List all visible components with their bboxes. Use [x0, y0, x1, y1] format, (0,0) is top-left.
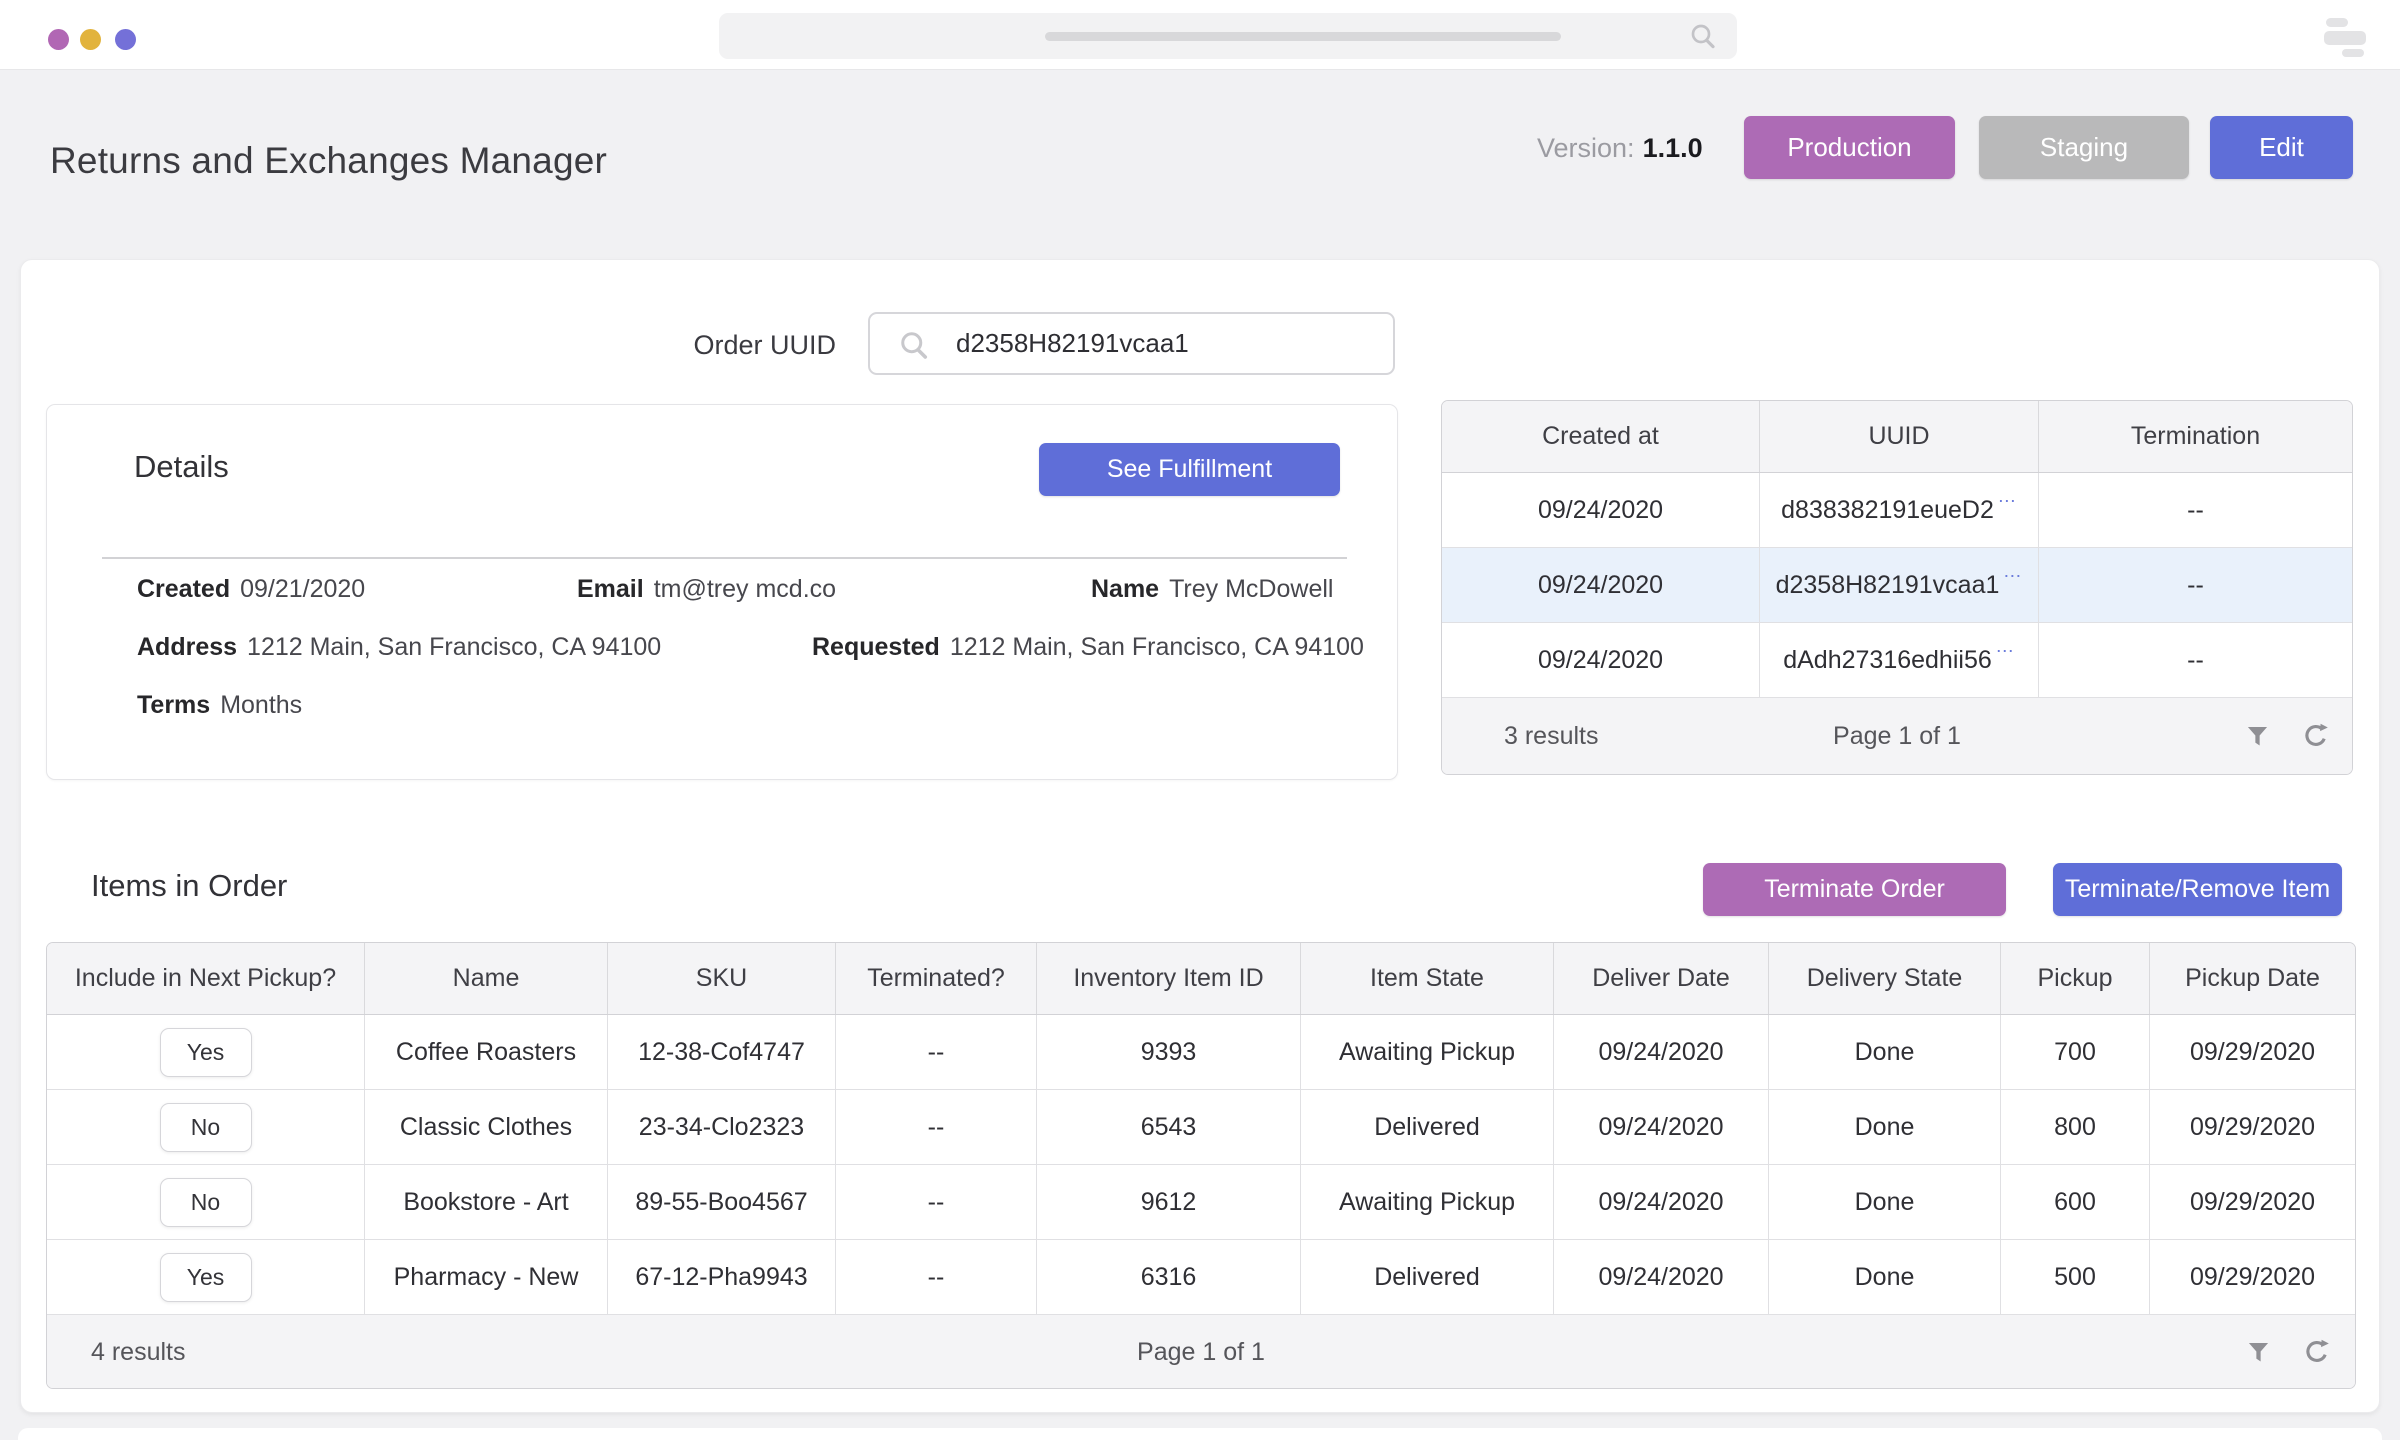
items-table-row: No Bookstore - Art 89-55-Boo4567 -- 9612… [47, 1165, 2355, 1240]
orders-table-row-selected[interactable]: 09/24/2020 d2358H82191vcaa1⋯ -- [1442, 548, 2352, 623]
uuid-expand-link[interactable]: ⋯ [2003, 566, 2022, 587]
orders-table-footer: 3 results Page 1 of 1 [1442, 698, 2352, 774]
items-table: Include in Next Pickup? Name SKU Termina… [46, 942, 2356, 1389]
orders-table-row[interactable]: 09/24/2020 dAdh27316edhii56⋯ -- [1442, 623, 2352, 698]
divider [102, 557, 1347, 559]
field-name: NameTrey McDowell [1091, 575, 1333, 604]
items-table-row: No Classic Clothes 23-34-Clo2323 -- 6543… [47, 1090, 2355, 1165]
items-table-footer: 4 results Page 1 of 1 [47, 1315, 2355, 1389]
orders-table: Created at UUID Termination 09/24/2020 d… [1441, 400, 2353, 775]
orders-table-row[interactable]: 09/24/2020 d838382191eueD2⋯ -- [1442, 473, 2352, 548]
column-header-pickup-date: Pickup Date [2150, 943, 2355, 1014]
column-header-uuid: UUID [1760, 401, 2039, 472]
refresh-icon[interactable] [2301, 1337, 2331, 1367]
column-header-created-at: Created at [1442, 401, 1760, 472]
production-button[interactable]: Production [1744, 116, 1955, 179]
filter-icon[interactable] [2242, 721, 2272, 751]
order-manager-card: Order UUID Details See Fulfillment Creat… [20, 259, 2380, 1413]
uuid-expand-link[interactable]: ⋯ [1996, 641, 2015, 662]
column-header-delivery-state: Delivery State [1769, 943, 2001, 1014]
order-uuid-search-box [868, 312, 1395, 375]
app-screen: Returns and Exchanges Manager Version: 1.… [0, 0, 2400, 1440]
field-address: Address1212 Main, San Francisco, CA 9410… [137, 633, 661, 662]
see-fulfillment-button[interactable]: See Fulfillment [1039, 443, 1340, 496]
window-close-button[interactable] [48, 29, 69, 50]
column-header-include-next-pickup: Include in Next Pickup? [47, 943, 365, 1014]
browser-chrome [0, 0, 2400, 70]
include-pickup-toggle[interactable]: No [160, 1178, 252, 1227]
column-header-terminated: Terminated? [836, 943, 1037, 1014]
pagination-text: Page 1 of 1 [1442, 722, 2352, 751]
browser-menu-icon[interactable] [2324, 18, 2368, 56]
details-card: Details See Fulfillment Created09/21/202… [46, 404, 1398, 780]
order-uuid-label: Order UUID [591, 330, 836, 361]
url-bar[interactable] [719, 13, 1737, 59]
window-minimize-button[interactable] [80, 29, 101, 50]
field-requested: Requested1212 Main, San Francisco, CA 94… [812, 633, 1364, 662]
field-created: Created09/21/2020 [137, 575, 365, 604]
include-pickup-toggle[interactable]: Yes [160, 1028, 252, 1077]
search-icon [1687, 20, 1719, 57]
terminate-order-button[interactable]: Terminate Order [1703, 863, 2006, 916]
column-header-inventory-item-id: Inventory Item ID [1037, 943, 1301, 1014]
include-pickup-toggle[interactable]: No [160, 1103, 252, 1152]
window-maximize-button[interactable] [115, 29, 136, 50]
column-header-name: Name [365, 943, 608, 1014]
terminate-remove-item-button[interactable]: Terminate/Remove Item [2053, 863, 2342, 916]
field-email: Emailtm@trey mcd.co [577, 575, 836, 604]
version-info: Version: 1.1.0 [1537, 133, 1703, 164]
column-header-item-state: Item State [1301, 943, 1554, 1014]
column-header-sku: SKU [608, 943, 836, 1014]
items-table-row: Yes Pharmacy - New 67-12-Pha9943 -- 6316… [47, 1240, 2355, 1315]
details-title: Details [134, 449, 229, 485]
version-value: 1.1.0 [1643, 133, 1703, 163]
include-pickup-toggle[interactable]: Yes [160, 1253, 252, 1302]
url-placeholder-line [1045, 32, 1561, 41]
order-uuid-input[interactable] [956, 314, 1386, 373]
filter-icon[interactable] [2243, 1337, 2273, 1367]
edit-button[interactable]: Edit [2210, 116, 2353, 179]
staging-button[interactable]: Staging [1979, 116, 2189, 179]
items-table-header: Include in Next Pickup? Name SKU Termina… [47, 943, 2355, 1015]
pagination-text: Page 1 of 1 [47, 1338, 2355, 1367]
uuid-expand-link[interactable]: ⋯ [1998, 491, 2017, 512]
refresh-icon[interactable] [2300, 721, 2330, 751]
version-label: Version: [1537, 133, 1635, 163]
orders-table-header: Created at UUID Termination [1442, 401, 2352, 473]
page-title: Returns and Exchanges Manager [50, 140, 607, 182]
search-icon [896, 327, 932, 368]
items-in-order-title: Items in Order [91, 868, 287, 904]
column-header-pickup: Pickup [2001, 943, 2150, 1014]
column-header-termination: Termination [2039, 401, 2352, 472]
items-table-row: Yes Coffee Roasters 12-38-Cof4747 -- 939… [47, 1015, 2355, 1090]
next-card-edge [18, 1428, 2382, 1440]
column-header-deliver-date: Deliver Date [1554, 943, 1769, 1014]
field-terms: TermsMonths [137, 691, 302, 720]
